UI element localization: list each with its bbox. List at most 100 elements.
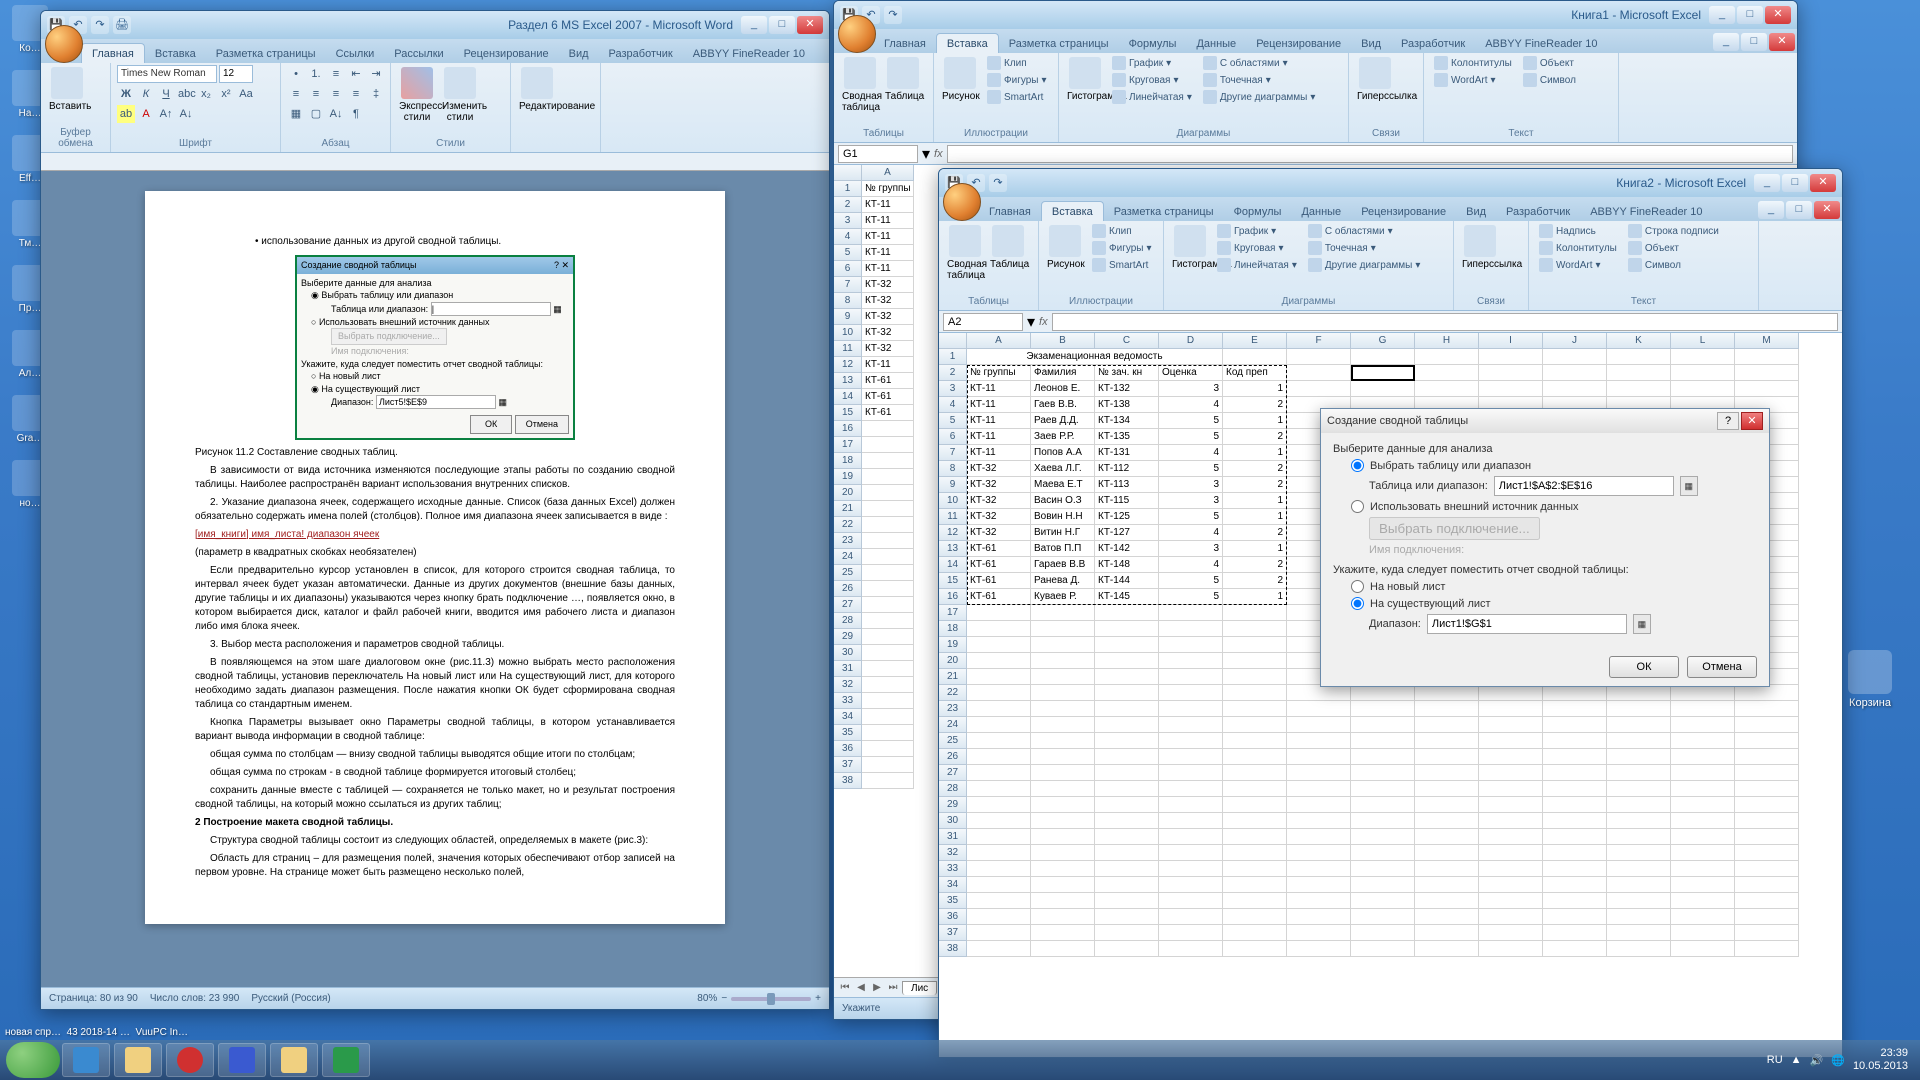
pivot-button[interactable]: Сводная таблица	[945, 223, 985, 283]
zoom-out-button[interactable]: −	[721, 993, 727, 1004]
taskbar-explorer[interactable]	[114, 1043, 162, 1077]
quick-styles-button[interactable]: Экспресс-стили	[397, 65, 437, 125]
zoom-in-button[interactable]: +	[815, 993, 821, 1004]
dropdown-icon[interactable]: ▾	[1027, 312, 1035, 332]
pie-chart-button[interactable]: Круговая ▾	[1108, 72, 1196, 88]
linespace-button[interactable]: ‡	[367, 85, 385, 103]
radio-existing-sheet[interactable]	[1351, 597, 1364, 610]
page-status[interactable]: Страница: 80 из 90	[49, 993, 138, 1004]
dialog-titlebar[interactable]: Создание сводной таблицы ? ✕	[1321, 409, 1769, 433]
tray-icon[interactable]: 🔊	[1810, 1054, 1824, 1067]
taskbar-folder[interactable]	[270, 1043, 318, 1077]
maximize-button[interactable]: □	[1782, 174, 1808, 192]
clip-button[interactable]: Клип	[983, 55, 1051, 71]
scatter-chart-button[interactable]: Точечная ▾	[1199, 72, 1320, 88]
radio-new-sheet[interactable]	[1351, 580, 1364, 593]
shrink-button[interactable]: A↓	[177, 105, 195, 123]
table-button[interactable]: Таблица	[883, 55, 923, 104]
shading-button[interactable]: ▦	[287, 105, 305, 123]
align-left-button[interactable]: ≡	[287, 85, 305, 103]
taskbar-word[interactable]	[218, 1043, 266, 1077]
range-input[interactable]	[1494, 476, 1674, 496]
sheet-tab[interactable]: Лис	[902, 981, 937, 995]
tab-insert[interactable]: Вставка	[936, 33, 999, 53]
help-button[interactable]: ?	[1717, 412, 1739, 430]
tab-data[interactable]: Данные	[1291, 202, 1351, 221]
header-footer-button[interactable]: Колонтитулы	[1430, 55, 1516, 71]
qat-redo-icon[interactable]: ↷	[989, 174, 1007, 192]
tab-view[interactable]: Вид	[1456, 202, 1496, 221]
name-box[interactable]: A2	[943, 313, 1023, 331]
bar-chart-button[interactable]: Линейчатая ▾	[1108, 89, 1196, 105]
fx-icon[interactable]: fx	[934, 148, 943, 160]
tab-refs[interactable]: Ссылки	[326, 44, 385, 63]
hyperlink-button[interactable]: Гиперссылка	[1355, 55, 1395, 104]
word-titlebar[interactable]: 💾 ↶ ↷ 🖨 Раздел 6 MS Excel 2007 - Microso…	[41, 11, 829, 39]
tab-home[interactable]: Главная	[979, 202, 1041, 221]
tab-home[interactable]: Главная	[81, 43, 145, 63]
excel2-titlebar[interactable]: 💾 ↶ ↷ Книга2 - Microsoft Excel _ □ ✕	[939, 169, 1842, 197]
tab-dev[interactable]: Разработчик	[1391, 34, 1475, 53]
name-box[interactable]: G1	[838, 145, 918, 163]
borders-button[interactable]: ▢	[307, 105, 325, 123]
tab-layout[interactable]: Разметка страницы	[999, 34, 1119, 53]
maximize-button[interactable]: □	[1737, 6, 1763, 24]
clock[interactable]: 23:39 10.05.2013	[1853, 1047, 1908, 1073]
qat-redo-icon[interactable]: ↷	[91, 16, 109, 34]
align-center-button[interactable]: ≡	[307, 85, 325, 103]
close-button[interactable]: ✕	[1765, 6, 1791, 24]
excel1-titlebar[interactable]: 💾 ↶ ↷ Книга1 - Microsoft Excel _ □ ✕	[834, 1, 1797, 29]
formula-input[interactable]	[947, 145, 1793, 163]
change-styles-button[interactable]: Изменить стили	[440, 65, 480, 125]
workbook-restore[interactable]: □	[1741, 33, 1767, 51]
taskbar-opera[interactable]	[166, 1043, 214, 1077]
tab-insert[interactable]: Вставка	[145, 44, 206, 63]
tab-home[interactable]: Главная	[874, 34, 936, 53]
office-button[interactable]	[838, 15, 876, 53]
tab-last-button[interactable]: ⏭	[886, 982, 900, 993]
object-button[interactable]: Объект	[1519, 55, 1580, 71]
language-status[interactable]: Русский (Россия)	[251, 993, 330, 1004]
maximize-button[interactable]: □	[769, 16, 795, 34]
tab-review[interactable]: Рецензирование	[1246, 34, 1351, 53]
tab-prev-button[interactable]: ◀	[854, 982, 868, 993]
minimize-button[interactable]: _	[1709, 6, 1735, 24]
range-picker-button[interactable]: ▦	[1680, 476, 1698, 496]
edit-button[interactable]: Редактирование	[517, 65, 557, 114]
numbering-button[interactable]: 1.	[307, 65, 325, 83]
radio-table-range[interactable]	[1351, 459, 1364, 472]
bullets-button[interactable]: •	[287, 65, 305, 83]
workbook-close[interactable]: ✕	[1769, 33, 1795, 51]
tab-abbyy[interactable]: ABBYY FineReader 10	[1475, 34, 1607, 53]
picture-button[interactable]: Рисунок	[940, 55, 980, 104]
column-chart-button[interactable]: Гистограмма	[1065, 55, 1105, 104]
taskbar-ie[interactable]	[62, 1043, 110, 1077]
word-count[interactable]: Число слов: 23 990	[150, 993, 240, 1004]
tab-layout[interactable]: Разметка страницы	[206, 44, 326, 63]
cancel-button[interactable]: Отмена	[1687, 656, 1757, 678]
tab-dev[interactable]: Разработчик	[1496, 202, 1580, 221]
indent-dec-button[interactable]: ⇤	[347, 65, 365, 83]
tab-view[interactable]: Вид	[559, 44, 599, 63]
column-chart-button[interactable]: Гистограмма	[1170, 223, 1210, 272]
align-right-button[interactable]: ≡	[327, 85, 345, 103]
font-name-select[interactable]: Times New Roman	[117, 65, 217, 83]
table-button[interactable]: Таблица	[988, 223, 1028, 272]
tab-mail[interactable]: Рассылки	[384, 44, 453, 63]
multilevel-button[interactable]: ≡	[327, 65, 345, 83]
tab-abbyy[interactable]: ABBYY FineReader 10	[1580, 202, 1712, 221]
tab-view[interactable]: Вид	[1351, 34, 1391, 53]
dropdown-icon[interactable]: ▾	[922, 144, 930, 164]
italic-button[interactable]: К	[137, 85, 155, 103]
workbook-minimize[interactable]: _	[1758, 201, 1784, 219]
show-marks-button[interactable]: ¶	[347, 105, 365, 123]
fx-icon[interactable]: fx	[1039, 316, 1048, 328]
sup-button[interactable]: x²	[217, 85, 235, 103]
line-chart-button[interactable]: График ▾	[1108, 55, 1196, 71]
sort-button[interactable]: A↓	[327, 105, 345, 123]
font-size-select[interactable]: 12	[219, 65, 253, 83]
pivot-button[interactable]: Сводная таблица	[840, 55, 880, 115]
workbook-minimize[interactable]: _	[1713, 33, 1739, 51]
tab-formulas[interactable]: Формулы	[1119, 34, 1187, 53]
office-button[interactable]	[45, 25, 83, 63]
